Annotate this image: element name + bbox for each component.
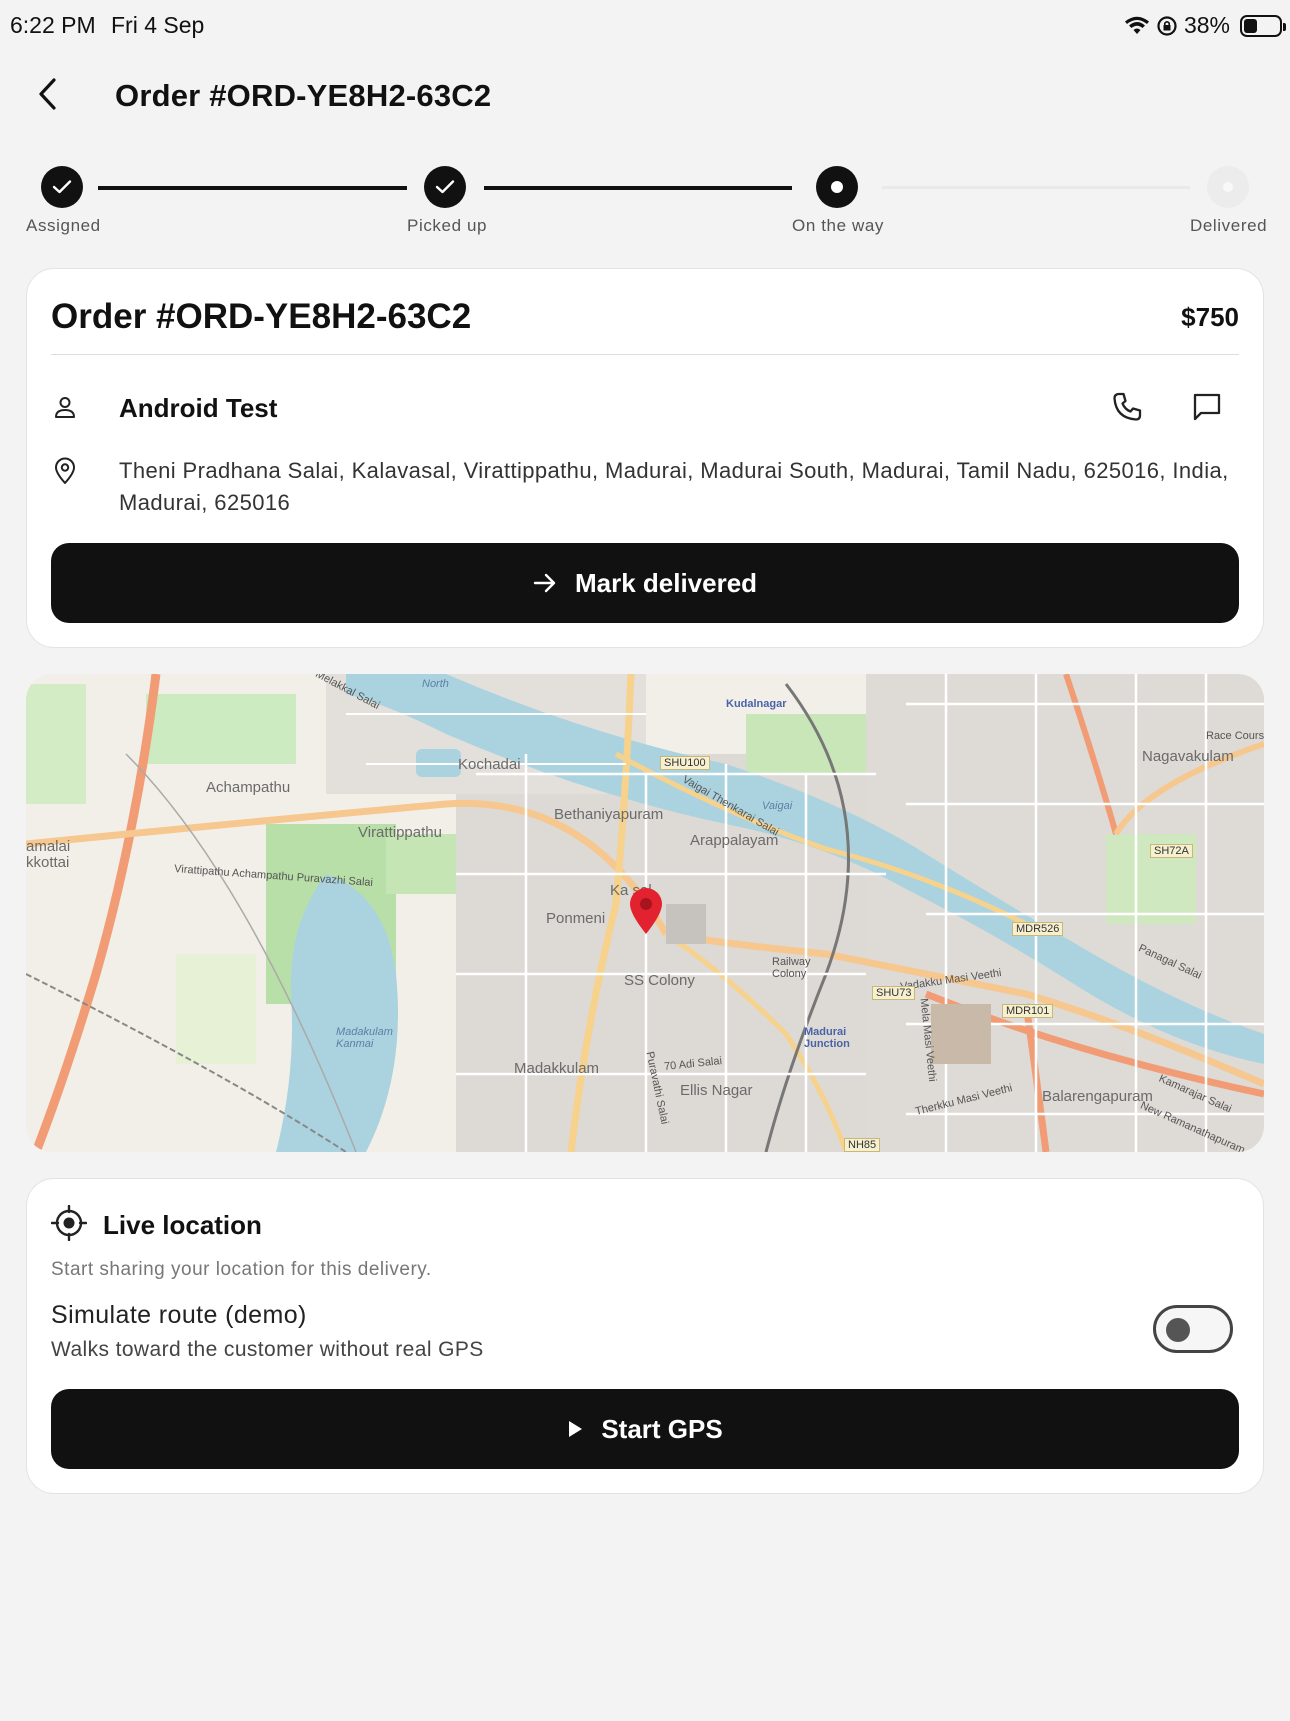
map-label: Achampathu — [206, 779, 291, 796]
map-label: Nagavakulam — [1142, 748, 1234, 765]
simulate-route-toggle[interactable] — [1153, 1305, 1233, 1353]
map-label: Kochadai — [458, 756, 521, 773]
step-label-assigned: Assigned — [26, 216, 101, 235]
status-time: 6:22 PM — [10, 12, 96, 38]
step-label-delivered: Delivered — [1190, 216, 1268, 235]
live-location-card: Live location Start sharing your locatio… — [26, 1178, 1264, 1494]
mark-delivered-label: Mark delivered — [574, 567, 758, 598]
arrow-right-icon — [533, 573, 556, 593]
simulate-route-description: Walks toward the customer without real G… — [51, 1338, 484, 1361]
customer-name: Android Test — [119, 393, 278, 423]
live-location-title: Live location — [103, 1210, 262, 1240]
step-on-the-way-dot — [816, 166, 858, 208]
start-gps-label: Start GPS — [601, 1413, 723, 1444]
rotation-lock-icon — [1157, 15, 1177, 36]
map-label: Ponmeni — [546, 910, 606, 927]
step-assigned-dot — [41, 166, 83, 208]
delivery-map[interactable]: Kudalnagar Kochadai Achampathu Bethaniya… — [26, 674, 1264, 1152]
step-connector — [98, 186, 407, 190]
map-label: Virattippathu — [358, 824, 442, 841]
location-pin-icon — [55, 457, 75, 484]
chevron-left-icon — [39, 78, 56, 110]
delivery-address: Theni Pradhana Salai, Kalavasal, Viratti… — [119, 458, 1229, 515]
nav-header: Order #ORD-YE8H2-63C2 — [0, 60, 1290, 130]
status-bar: 6:22 PM Fri 4 Sep 38% — [0, 0, 1290, 52]
road-shield: SH72A — [1150, 844, 1193, 858]
simulate-route-title: Simulate route (demo) — [51, 1301, 307, 1329]
battery-percent: 38% — [1183, 12, 1230, 38]
map-label: Madurai Junction — [804, 1026, 850, 1050]
order-progress-stepper: Assigned Picked up On the way Delivered — [0, 160, 1290, 240]
step-connector — [484, 186, 792, 190]
step-delivered-dot — [1207, 166, 1249, 208]
road-shield: MDR101 — [1002, 1004, 1054, 1018]
map-label: Balarengapuram — [1042, 1088, 1153, 1105]
wifi-icon — [1124, 16, 1149, 34]
check-icon — [435, 180, 455, 194]
message-icon[interactable] — [1191, 391, 1223, 423]
map-label: Arappalayam — [690, 832, 779, 849]
back-button[interactable] — [28, 74, 68, 114]
road-shield: MDR526 — [1012, 922, 1064, 936]
battery-fill — [1244, 18, 1257, 33]
person-icon — [55, 397, 75, 418]
road-shield: NH85 — [844, 1138, 881, 1152]
map-label: Railway Colony — [772, 956, 811, 980]
order-title: Order #ORD-YE8H2-63C2 — [51, 297, 472, 336]
current-step-indicator — [831, 181, 843, 193]
map-label: Madakkulam — [514, 1060, 600, 1077]
step-label-on-the-way: On the way — [792, 216, 884, 235]
gps-target-icon — [51, 1205, 87, 1241]
mark-delivered-button[interactable]: Mark delivered — [51, 543, 1239, 623]
page-title: Order #ORD-YE8H2-63C2 — [115, 78, 492, 113]
check-icon — [52, 180, 72, 194]
customer-row: Android Test — [51, 387, 1239, 431]
map-label: Vaigai — [762, 800, 793, 812]
map-label: SS Colony — [624, 972, 695, 989]
map-label: kkottai — [26, 854, 70, 871]
play-icon — [569, 1421, 583, 1437]
start-gps-button[interactable]: Start GPS — [51, 1389, 1239, 1469]
map-label: amalai — [26, 838, 71, 855]
road-shield: SHU100 — [660, 756, 710, 770]
live-location-subtitle: Start sharing your location for this del… — [51, 1259, 432, 1280]
status-indicators: 38% — [1124, 12, 1286, 39]
map-label: Madakulam Kanmai — [336, 1026, 393, 1050]
step-connector-pending — [882, 186, 1190, 189]
map-label: North — [422, 678, 449, 690]
order-card: Order #ORD-YE8H2-63C2 $750 Android Test … — [26, 268, 1264, 648]
phone-icon[interactable] — [1111, 391, 1143, 423]
divider — [51, 354, 1239, 355]
map-label: Bethaniyapuram — [554, 806, 664, 823]
map-label: Race Course — [1206, 730, 1264, 742]
order-price: $750 — [1181, 302, 1239, 332]
road-shield: SHU73 — [872, 986, 916, 1000]
battery-icon — [1240, 14, 1286, 37]
map-marker-icon[interactable] — [628, 888, 664, 936]
map-label: Kudalnagar — [726, 698, 787, 710]
step-picked-up-dot — [424, 166, 466, 208]
toggle-knob — [1166, 1318, 1190, 1342]
status-date: Fri 4 Sep — [111, 12, 205, 38]
step-label-picked-up: Picked up — [407, 216, 488, 235]
map-label: Ellis Nagar — [680, 1082, 753, 1099]
